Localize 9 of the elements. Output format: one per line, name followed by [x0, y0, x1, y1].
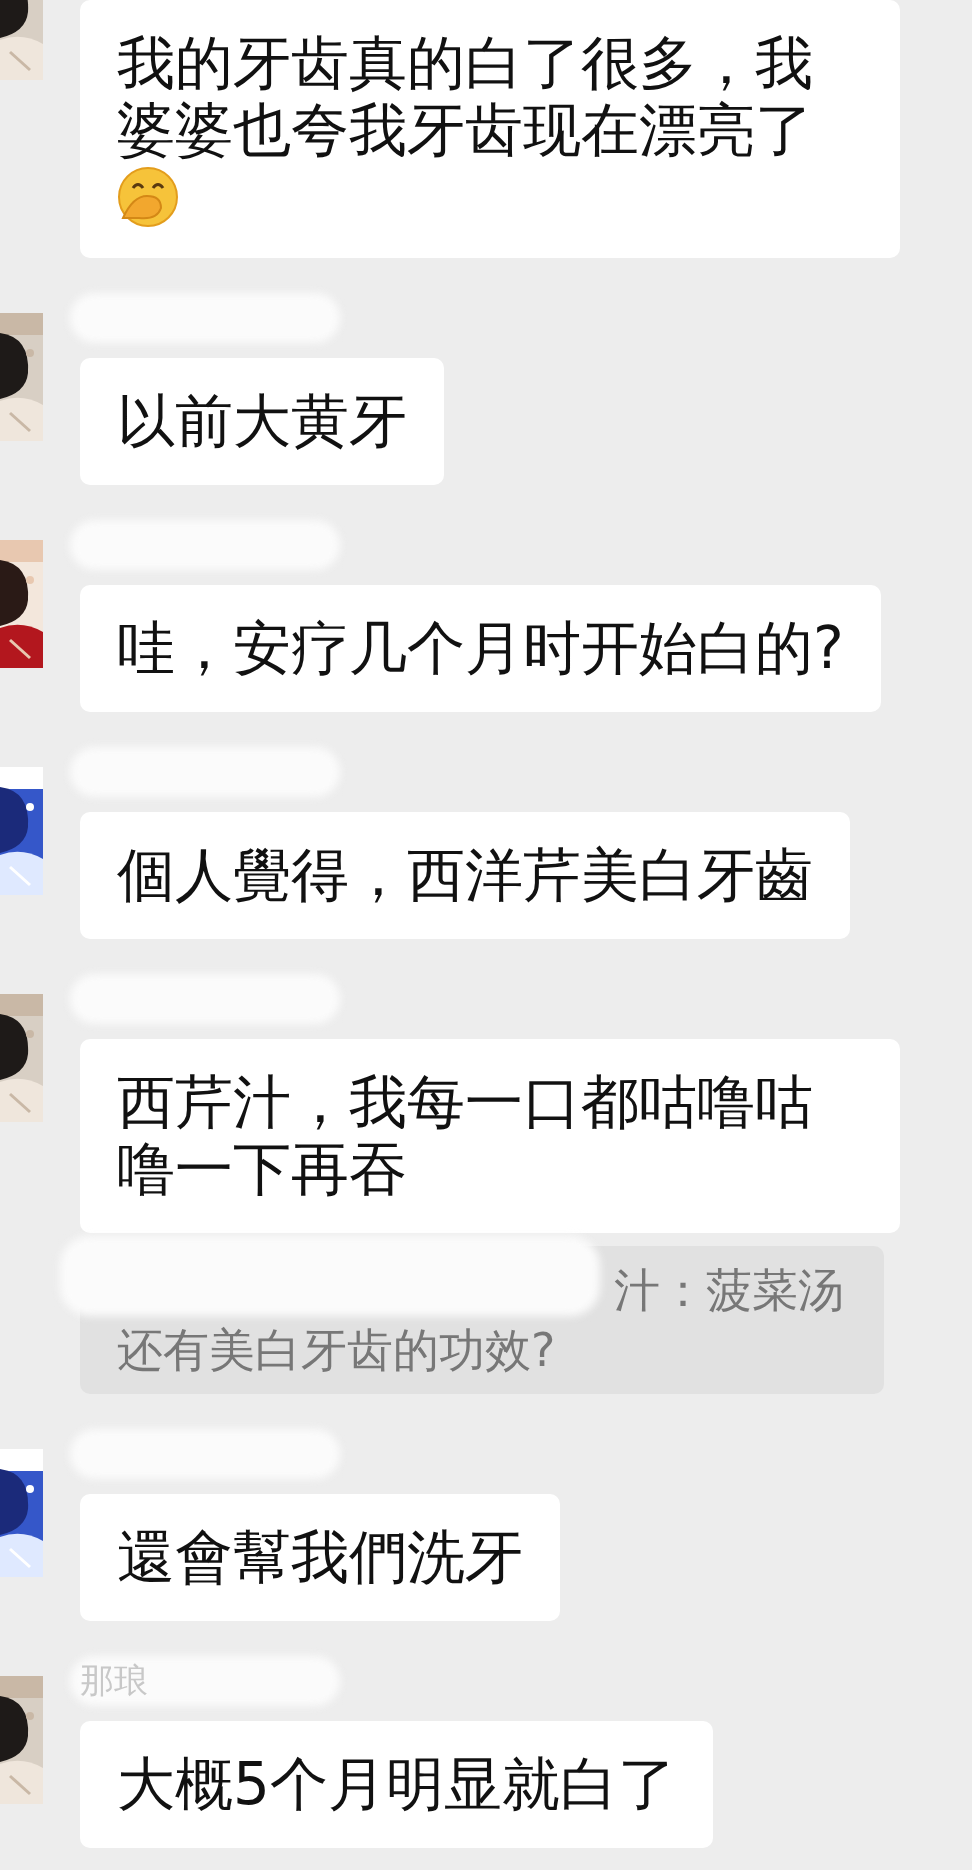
quote-text: 还有美白牙齿的功效? [117, 1322, 557, 1379]
quote-text: 汁：菠菜汤 [614, 1262, 844, 1319]
message-text: 還會幫我們洗牙 [117, 1523, 523, 1591]
message-text: 哇，安疗几个月时开始白的? [117, 614, 844, 682]
message-text: 大概5个月明显就白了 [117, 1750, 676, 1818]
message-text: 以前大黄牙 [117, 387, 407, 455]
message-text: 我的牙齿真的白了很多，我婆婆也夸我牙齿现在漂亮了 [117, 29, 813, 164]
message-text: 西芹汁，我每一口都咕噜咕噜一下再吞 [117, 1068, 813, 1203]
message-text: 個人覺得，西洋芹美白牙齒 [117, 841, 813, 909]
